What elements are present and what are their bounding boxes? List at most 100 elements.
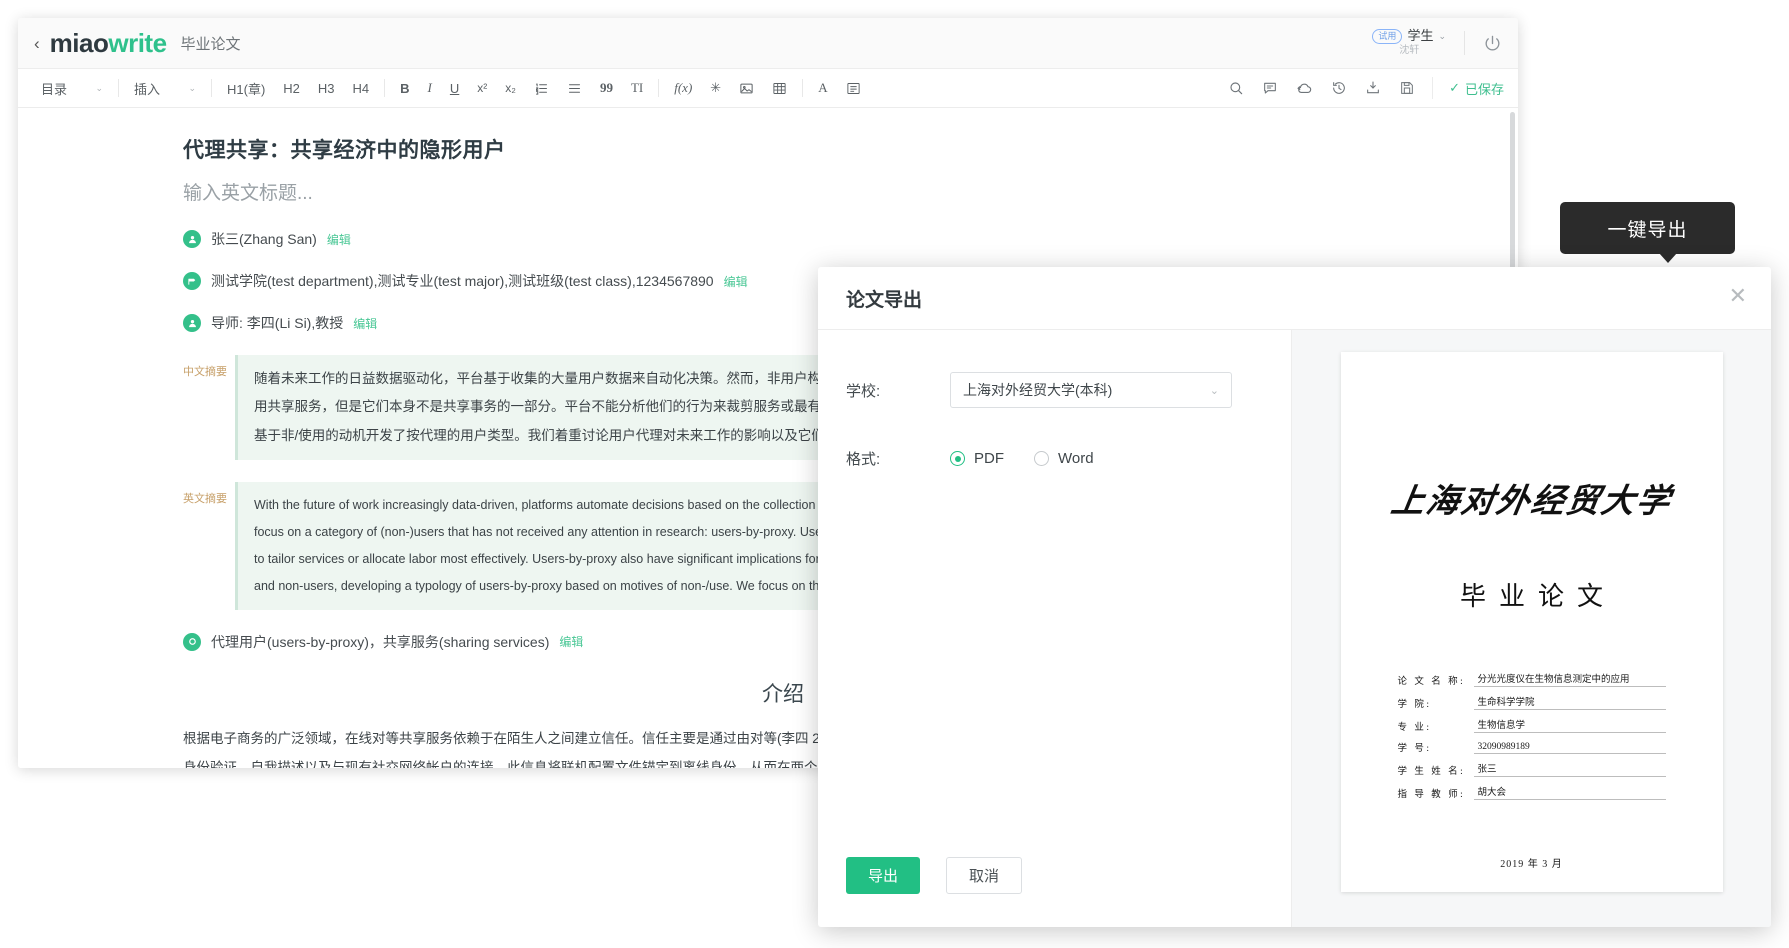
toolbar-bold-button[interactable]: B [391,75,418,101]
preview-field-row: 论 文 名 称: 分光光度仪在生物信息测定中的应用 [1398,671,1666,687]
preview-field-row: 指 导 教 师: 胡大会 [1398,784,1666,800]
dialog-actions: 导出 取消 [846,857,1022,894]
toolbar-table-button[interactable] [763,75,796,101]
preview-field-value: 生命科学学院 [1474,694,1666,710]
power-icon[interactable] [1483,34,1502,53]
logo-primary: miao [50,28,109,59]
toolbar-font-button[interactable]: A [809,75,836,101]
document-name[interactable]: 毕业论文 [181,33,241,54]
school-select-value: 上海对外经贸大学(本科) [963,380,1112,400]
chevron-down-icon: ⌄ [188,83,196,94]
cancel-button[interactable]: 取消 [946,857,1022,894]
preview-field-value: 分光光度仪在生物信息测定中的应用 [1474,671,1666,687]
format-radio-group: PDF Word [950,450,1094,467]
toolbar-quote-button[interactable]: 99 [591,75,622,101]
radio-unselected-icon [1034,451,1049,466]
preview-field-label: 学 号: [1398,740,1474,754]
toolbar-outline-select[interactable]: 目录 ⌄ [32,75,112,101]
toolbar-h3-button[interactable]: H3 [309,75,344,101]
edit-school-link[interactable]: 编辑 [724,273,748,290]
toolbar-underline-button[interactable]: U [441,75,468,101]
meta-row-author[interactable]: 张三(Zhang San) 编辑 [183,229,1383,249]
edit-keywords-link[interactable]: 编辑 [559,633,583,650]
school-select[interactable]: 上海对外经贸大学(本科) ⌄ [950,372,1232,408]
format-field-row: 格式: PDF Word [818,448,1291,469]
user-icon [183,314,201,332]
preview-university-name: 上海对外经贸大学 [1337,474,1727,522]
toolbar-formula-button[interactable]: f(x) [665,75,701,101]
abstract-cn-label: 中文摘要 [183,355,235,379]
preview-field-value: 胡大会 [1474,784,1666,800]
user-name-label: 沈轩 [1399,45,1419,58]
toolbar-h4-button[interactable]: H4 [344,75,379,101]
toolbar-insert-label: 插入 [134,79,160,98]
advisor-text: 导师: 李四(Li Si),教授 [211,313,343,333]
cloud-undo-icon[interactable] [1287,75,1322,101]
dialog-preview-pane: 上海对外经贸大学 毕业论文 论 文 名 称: 分光光度仪在生物信息测定中的应用 … [1291,330,1771,927]
export-icon[interactable] [1356,75,1390,101]
user-icon [183,230,201,248]
preview-field-label: 论 文 名 称: [1398,673,1474,687]
save-icon[interactable] [1390,75,1424,101]
toolbar-insert-select[interactable]: 插入 ⌄ [125,75,205,101]
preview-field-label: 学 生 姓 名: [1398,763,1474,777]
preview-field-row: 学 生 姓 名: 张三 [1398,761,1666,777]
toolbar-superscript-button[interactable]: x² [468,75,496,101]
school-field-row: 学校: 上海对外经贸大学(本科) ⌄ [818,372,1291,408]
trial-badge: 试用 [1372,29,1402,44]
divider [211,79,212,97]
chevron-down-icon: ⌄ [1438,31,1446,42]
preview-document-kind: 毕业论文 [1341,576,1723,613]
radio-selected-icon [950,451,965,466]
titlebar-right: 试用 学生 ⌄ 沈轩 [1372,18,1502,68]
search-icon[interactable] [1219,75,1253,101]
format-label: 格式: [846,448,950,469]
preview-cover-page: 上海对外经贸大学 毕业论文 论 文 名 称: 分光光度仪在生物信息测定中的应用 … [1341,352,1723,892]
user-role-label: 学生 [1407,28,1433,44]
history-icon[interactable] [1322,75,1356,101]
chevron-down-icon: ⌄ [95,83,103,94]
keywords-text: 代理用户(users-by-proxy)，共享服务(sharing servic… [211,632,549,652]
toolbar-image-button[interactable] [730,75,763,101]
preview-field-label: 专 业: [1398,719,1474,733]
english-title-placeholder[interactable]: 输入英文标题... [183,178,1383,205]
preview-field-value: 32090989189 [1474,742,1666,754]
toolbar-ordered-list-button[interactable] [525,75,558,101]
export-tooltip: 一键导出 [1560,202,1735,254]
preview-field-row: 专 业: 生物信息学 [1398,717,1666,733]
toolbar-bullet-list-button[interactable] [558,75,591,101]
close-icon[interactable]: ✕ [1729,285,1747,307]
export-dialog: 论文导出 ✕ 学校: 上海对外经贸大学(本科) ⌄ 格式: PDF [818,267,1771,927]
preview-field-list: 论 文 名 称: 分光光度仪在生物信息测定中的应用 学 院: 生命科学学院 专 … [1398,671,1666,800]
divider [118,79,119,97]
export-tooltip-label: 一键导出 [1607,215,1687,242]
school-text: 测试学院(test department),测试专业(test major),测… [211,271,714,291]
divider [1464,31,1465,55]
page-title[interactable]: 代理共享：共享经济中的隐形用户 [183,134,1383,164]
toolbar-italic-button[interactable]: I [419,75,441,101]
toolbar-subscript-button[interactable]: x₂ [496,75,525,101]
tag-icon [183,633,201,651]
toolbar-text-style-button[interactable]: TI [622,75,652,101]
preview-field-row: 学 院: 生命科学学院 [1398,694,1666,710]
toolbar-h1-button[interactable]: H1(章) [218,75,274,101]
comment-icon[interactable] [1253,75,1287,101]
back-icon[interactable]: ‹ [34,35,40,52]
toolbar-h2-button[interactable]: H2 [274,75,309,101]
format-radio-word[interactable]: Word [1034,450,1094,467]
edit-advisor-link[interactable]: 编辑 [353,315,377,332]
app-logo[interactable]: miaowrite [50,28,167,59]
divider [658,79,659,97]
dialog-form: 学校: 上海对外经贸大学(本科) ⌄ 格式: PDF Word [818,330,1291,927]
preview-date: 2019 年 3 月 [1341,855,1723,870]
preview-field-value: 张三 [1474,761,1666,777]
toolbar-align-button[interactable] [837,75,870,101]
format-radio-pdf[interactable]: PDF [950,450,1004,467]
edit-author-link[interactable]: 编辑 [327,231,351,248]
toolbar-symbol-button[interactable]: ✳ [701,75,730,101]
logo-accent: write [108,28,166,59]
chevron-down-icon: ⌄ [1210,384,1219,397]
preview-field-label: 指 导 教 师: [1398,786,1474,800]
user-menu[interactable]: 试用 学生 ⌄ 沈轩 [1372,28,1446,58]
export-button[interactable]: 导出 [846,857,920,894]
